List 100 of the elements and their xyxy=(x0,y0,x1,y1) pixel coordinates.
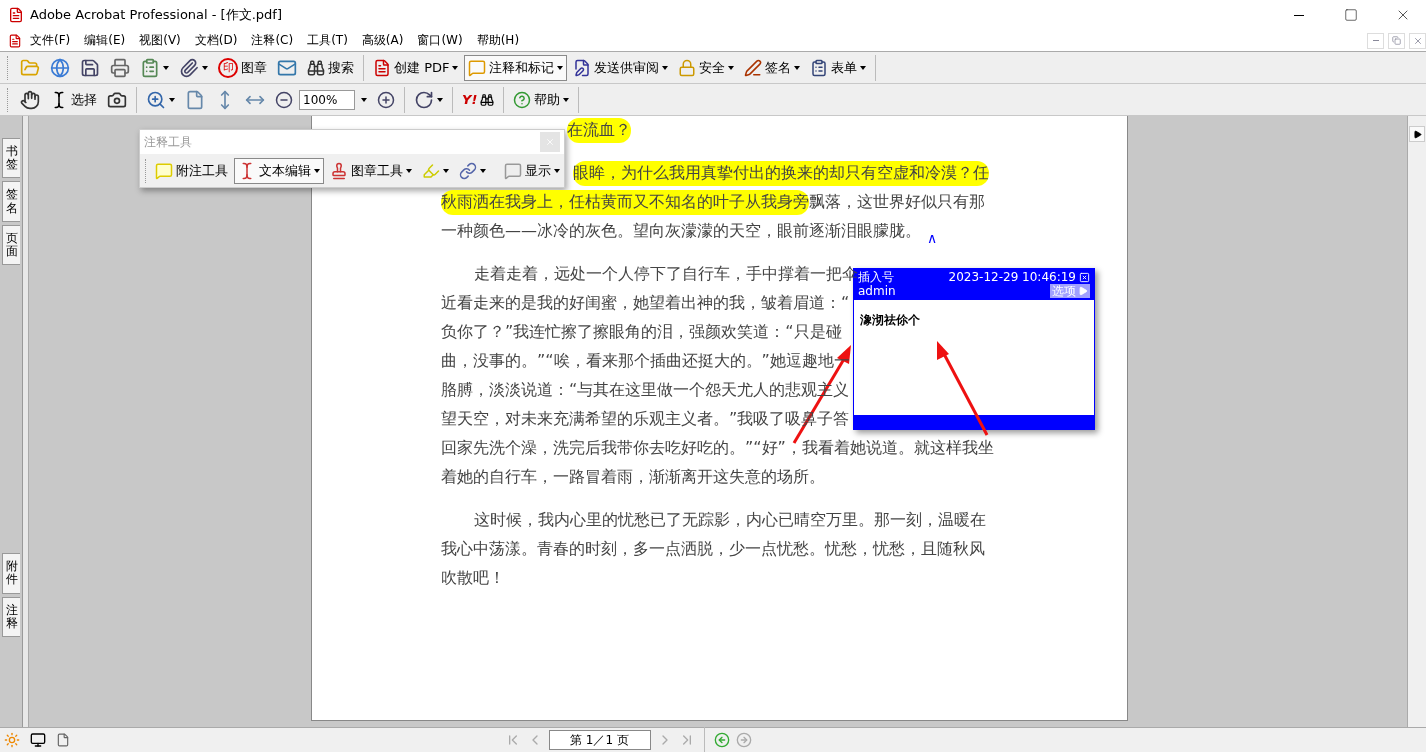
caret-icon xyxy=(480,168,486,173)
menu-item[interactable]: 窗口(W) xyxy=(411,30,469,51)
caret-icon xyxy=(406,168,412,173)
caret-icon xyxy=(554,168,560,173)
side-tab[interactable]: 页面 xyxy=(2,224,20,266)
monitor-button[interactable] xyxy=(30,732,46,748)
highlighted-text: 眼眸，为什么我用真挚付出的换来的却只有空虚和冷漠？任 xyxy=(573,161,989,186)
menu-item[interactable]: 帮助(H) xyxy=(470,30,526,51)
caret-icon xyxy=(169,97,175,102)
create-pdf-button[interactable]: 创建 PDF xyxy=(369,54,463,81)
menu-item[interactable]: 工具(T) xyxy=(301,30,354,51)
search-button[interactable]: 搜索 xyxy=(303,54,358,81)
body-text: 这时候，我内心里的忧愁已了无踪影，内心已晴空万里。那一刻，温暖在 xyxy=(474,510,986,531)
back-button[interactable] xyxy=(713,732,730,748)
printer-icon xyxy=(110,57,130,78)
caret-icon xyxy=(860,65,867,70)
body-text: 飘落，这世界好似只有那 xyxy=(809,192,985,213)
send-review-button[interactable]: 发送供审阅 xyxy=(569,54,673,81)
binoculars-icon xyxy=(480,92,495,107)
zoom-field[interactable]: 100% xyxy=(299,89,355,110)
note-title: 插入号 xyxy=(858,270,895,284)
caret-icon xyxy=(314,168,320,173)
stamp-button[interactable]: 印 图章 xyxy=(214,54,271,81)
hand-icon xyxy=(20,89,40,110)
menu-item[interactable]: 高级(A) xyxy=(355,30,410,51)
minimize-icon xyxy=(1294,14,1304,16)
menu-item[interactable]: 注释(C) xyxy=(245,30,300,51)
pen-icon xyxy=(744,58,763,77)
caret-icon xyxy=(202,65,208,70)
folder-icon xyxy=(20,57,40,78)
highlighter-icon xyxy=(422,161,440,180)
sign-button[interactable]: 签名 xyxy=(740,54,805,81)
menu-item[interactable]: 文档(D) xyxy=(188,30,244,51)
note-text: 潒沏祛伱个 xyxy=(860,312,920,329)
menu-item[interactable]: 视图(V) xyxy=(133,30,187,51)
body-text: 着她的自行车，一路冒着雨，渐渐离开这失意的场所。 xyxy=(441,467,825,488)
forward-button[interactable] xyxy=(735,732,752,748)
caret-icon xyxy=(361,97,367,102)
toolbar-title: 注释工具 xyxy=(144,133,192,151)
caret-icon xyxy=(563,97,570,102)
body-text: 负你了？”我连忙擦了擦眼角的泪，强颜欢笑道：“只是碰 xyxy=(441,322,842,343)
pdf-document-icon xyxy=(373,58,391,77)
side-tab[interactable]: 签名 xyxy=(2,181,20,222)
select-button[interactable]: 选择 xyxy=(46,86,101,113)
app-icon xyxy=(8,7,24,23)
menu-item[interactable]: 编辑(E) xyxy=(78,30,132,51)
caret-icon xyxy=(163,65,169,70)
stamp-icon xyxy=(330,161,348,180)
body-text: 近看走来的是我的好闺蜜，她望着出神的我，皱着眉道：“ xyxy=(441,293,850,314)
insert-caret-mark: ∧ xyxy=(927,230,938,246)
side-tab[interactable]: 书签 xyxy=(2,138,20,179)
back-icon xyxy=(713,732,730,748)
globe-icon xyxy=(50,57,70,78)
close-icon[interactable] xyxy=(1079,271,1090,283)
body-text: 回家先洗个澡，洗完后我带你去吃好吃的。”“好”，我看着她说道。就这样我坐 xyxy=(441,438,994,459)
page-view-button[interactable] xyxy=(56,733,70,747)
form-button[interactable]: 表单 xyxy=(806,54,871,81)
note-author: admin xyxy=(858,284,897,298)
restore-icon xyxy=(1392,36,1401,45)
save-icon xyxy=(80,57,100,78)
rotate-icon xyxy=(414,89,434,110)
note-timestamp: 2023-12-29 10:46:19 xyxy=(948,270,1076,284)
forward-icon xyxy=(735,732,752,748)
sun-icon xyxy=(4,732,20,748)
lock-icon xyxy=(678,58,697,77)
window-title: Adobe Acrobat Professional - [作文.pdf] xyxy=(30,6,283,24)
security-button[interactable]: 安全 xyxy=(674,54,739,81)
paperclip-icon xyxy=(179,57,199,78)
document-icon xyxy=(8,33,22,48)
body-text: 一种颜色——冰冷的灰色。望向灰濛濛的天空，眼前逐渐泪眼朦胧。 xyxy=(441,221,921,242)
note-icon xyxy=(155,161,173,180)
help-button[interactable]: 帮助 xyxy=(509,86,574,113)
highlighted-text: 秋雨洒在我身上，任枯黄而又不知名的叶子从我身旁 xyxy=(441,190,809,215)
close-button[interactable] xyxy=(1409,32,1426,49)
show-button[interactable]: 显示 xyxy=(500,157,564,184)
clipboard-icon xyxy=(140,57,160,78)
text-edit-button[interactable]: 文本编辑 xyxy=(234,157,324,184)
page-icon xyxy=(185,89,205,110)
web-search-button[interactable]: Y! xyxy=(458,86,499,113)
scroll-right-button[interactable] xyxy=(1409,126,1425,142)
body-text: 我心中荡漾。青春的时刻，多一点洒脱，少一点忧愁。忧愁，忧愁，且随秋风 xyxy=(441,539,985,560)
body-text: 吹散吧！ xyxy=(441,568,505,589)
monitor-icon xyxy=(30,732,46,748)
page-number-field[interactable]: 第 1／1 页 xyxy=(548,730,651,750)
menu-item[interactable]: 文件(F) xyxy=(24,30,77,51)
side-tab[interactable]: 注释 xyxy=(2,596,20,637)
highlighted-text: 在流血？ xyxy=(567,118,631,143)
page-icon xyxy=(56,733,70,747)
minimize-icon xyxy=(1372,40,1379,41)
side-tab[interactable]: 附件 xyxy=(2,553,20,594)
stamp-tool-button[interactable]: 图章工具 xyxy=(326,157,416,184)
comment-button[interactable]: 注释和标记 xyxy=(464,54,568,81)
link-icon xyxy=(459,161,477,180)
note-tool-button[interactable]: 附注工具 xyxy=(151,157,232,184)
minus-circle-icon xyxy=(275,90,293,109)
play-icon xyxy=(1412,129,1422,139)
caret-icon xyxy=(728,65,735,70)
caret-icon xyxy=(794,65,801,70)
speech-bubble-icon xyxy=(468,58,487,77)
restore-button[interactable] xyxy=(1388,32,1405,49)
